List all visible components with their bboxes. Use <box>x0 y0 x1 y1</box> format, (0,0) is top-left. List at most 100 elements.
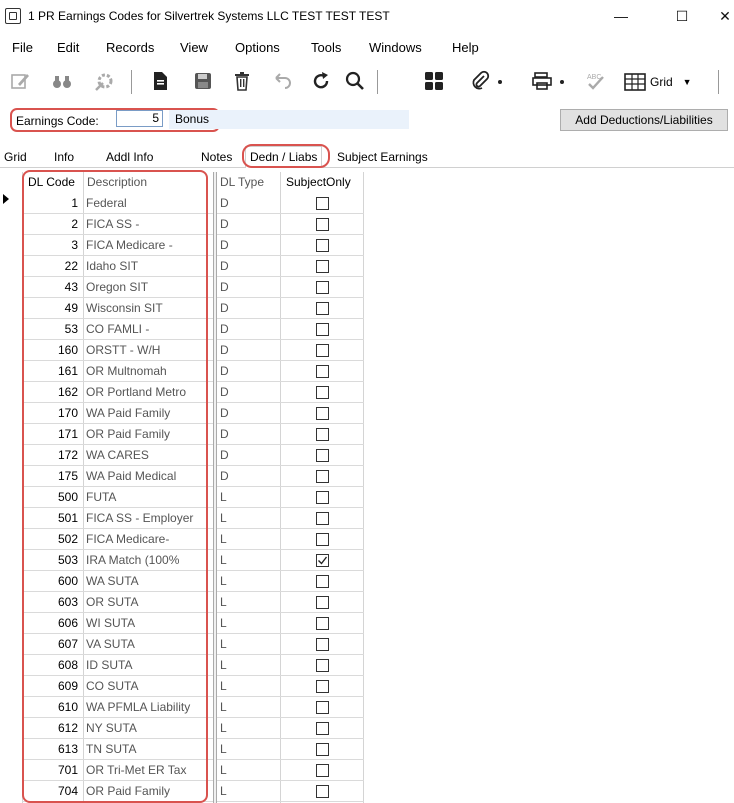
cell-dl-type[interactable]: L <box>220 760 278 781</box>
cell-dl-code[interactable]: 53 <box>22 319 78 340</box>
cell-dl-type[interactable]: L <box>220 487 278 508</box>
tab-subject-earnings[interactable]: Subject Earnings <box>337 150 428 164</box>
cell-dl-code[interactable]: 502 <box>22 529 78 550</box>
undo-icon[interactable] <box>269 68 295 94</box>
cell-dl-code[interactable]: 160 <box>22 340 78 361</box>
cell-dl-code[interactable]: 503 <box>22 550 78 571</box>
cell-description[interactable]: ID SUTA <box>86 655 204 676</box>
subject-only-checkbox[interactable] <box>316 239 329 252</box>
tab-addl-info[interactable]: Addl Info <box>106 150 153 164</box>
cell-dl-type[interactable]: L <box>220 508 278 529</box>
subject-only-checkbox[interactable] <box>316 659 329 672</box>
subject-only-checkbox[interactable] <box>316 743 329 756</box>
cell-description[interactable]: CO SUTA <box>86 676 204 697</box>
subject-only-checkbox[interactable] <box>316 323 329 336</box>
subject-only-checkbox[interactable] <box>316 344 329 357</box>
cell-dl-type[interactable]: D <box>220 466 278 487</box>
cell-description[interactable]: FICA SS - <box>86 214 204 235</box>
subject-only-checkbox[interactable] <box>316 554 329 567</box>
cell-description[interactable]: FICA SS - Employer <box>86 508 204 529</box>
cell-dl-type[interactable]: D <box>220 193 278 214</box>
cell-dl-code[interactable]: 3 <box>22 235 78 256</box>
cell-description[interactable]: OR Multnomah <box>86 361 204 382</box>
cell-dl-code[interactable]: 603 <box>22 592 78 613</box>
cell-description[interactable]: WI SUTA <box>86 613 204 634</box>
cell-dl-code[interactable]: 49 <box>22 298 78 319</box>
attach-icon[interactable] <box>467 68 493 94</box>
cell-dl-code[interactable]: 162 <box>22 382 78 403</box>
menu-tools[interactable]: Tools <box>311 40 341 55</box>
cell-dl-code[interactable]: 612 <box>22 718 78 739</box>
cell-dl-type[interactable]: D <box>220 382 278 403</box>
grid-view-button[interactable]: Grid ▼ <box>624 71 692 93</box>
binoculars-icon[interactable] <box>49 68 75 94</box>
cell-description[interactable]: Idaho SIT <box>86 256 204 277</box>
cell-description[interactable]: WA Paid Medical <box>86 466 204 487</box>
cell-dl-code[interactable]: 175 <box>22 466 78 487</box>
calculator-icon[interactable] <box>421 68 447 94</box>
cell-dl-code[interactable]: 43 <box>22 277 78 298</box>
cell-description[interactable]: Oregon SIT <box>86 277 204 298</box>
cell-description[interactable]: Wisconsin SIT <box>86 298 204 319</box>
menu-records[interactable]: Records <box>106 40 154 55</box>
cell-dl-code[interactable]: 500 <box>22 487 78 508</box>
cell-dl-type[interactable]: D <box>220 361 278 382</box>
delete-icon[interactable] <box>229 68 255 94</box>
cell-dl-code[interactable]: 161 <box>22 361 78 382</box>
cell-dl-code[interactable]: 704 <box>22 781 78 802</box>
cell-dl-type[interactable]: L <box>220 613 278 634</box>
subject-only-checkbox[interactable] <box>316 407 329 420</box>
subject-only-checkbox[interactable] <box>316 218 329 231</box>
cell-dl-code[interactable]: 701 <box>22 760 78 781</box>
earnings-code-input[interactable]: 5 <box>116 110 163 127</box>
spellcheck-icon[interactable]: ABC <box>582 68 608 94</box>
subject-only-checkbox[interactable] <box>316 470 329 483</box>
cell-dl-code[interactable]: 171 <box>22 424 78 445</box>
cell-dl-type[interactable]: L <box>220 592 278 613</box>
cell-description[interactable]: OR Tri-Met ER Tax <box>86 760 204 781</box>
subject-only-checkbox[interactable] <box>316 449 329 462</box>
subject-only-checkbox[interactable] <box>316 281 329 294</box>
refresh-icon[interactable] <box>308 68 334 94</box>
cell-description[interactable]: NY SUTA <box>86 718 204 739</box>
document-icon[interactable] <box>147 68 173 94</box>
cell-dl-code[interactable]: 172 <box>22 445 78 466</box>
tab-info[interactable]: Info <box>54 150 74 164</box>
cell-dl-type[interactable]: D <box>220 319 278 340</box>
cell-dl-type[interactable]: L <box>220 676 278 697</box>
cell-dl-code[interactable]: 613 <box>22 739 78 760</box>
cell-dl-type[interactable]: L <box>220 550 278 571</box>
print-icon[interactable] <box>529 68 555 94</box>
cell-dl-code[interactable]: 2 <box>22 214 78 235</box>
cell-dl-type[interactable]: D <box>220 277 278 298</box>
save-icon[interactable] <box>190 68 216 94</box>
cell-description[interactable]: IRA Match (100% <box>86 550 204 571</box>
subject-only-checkbox[interactable] <box>316 512 329 525</box>
cell-description[interactable]: WA SUTA <box>86 571 204 592</box>
cell-dl-type[interactable]: D <box>220 214 278 235</box>
menu-view[interactable]: View <box>180 40 208 55</box>
cell-dl-type[interactable]: L <box>220 739 278 760</box>
menu-edit[interactable]: Edit <box>57 40 79 55</box>
cell-description[interactable]: OR SUTA <box>86 592 204 613</box>
chevron-down-icon[interactable] <box>556 68 568 94</box>
cell-description[interactable]: OR Portland Metro <box>86 382 204 403</box>
subject-only-checkbox[interactable] <box>316 491 329 504</box>
menu-help[interactable]: Help <box>452 40 479 55</box>
cell-description[interactable]: Federal <box>86 193 204 214</box>
cell-dl-type[interactable]: L <box>220 655 278 676</box>
cell-dl-code[interactable]: 1 <box>22 193 78 214</box>
cell-description[interactable]: WA Paid Family <box>86 403 204 424</box>
subject-only-checkbox[interactable] <box>316 575 329 588</box>
cell-dl-type[interactable]: L <box>220 781 278 802</box>
cell-description[interactable]: TN SUTA <box>86 739 204 760</box>
cell-dl-type[interactable]: L <box>220 571 278 592</box>
subject-only-checkbox[interactable] <box>316 722 329 735</box>
cell-description[interactable]: FICA Medicare - <box>86 235 204 256</box>
settings-wand-icon[interactable] <box>91 68 117 94</box>
cell-dl-code[interactable]: 22 <box>22 256 78 277</box>
header-dl-code[interactable]: DL Code <box>28 172 75 193</box>
cell-dl-code[interactable]: 170 <box>22 403 78 424</box>
minimize-button[interactable]: — <box>601 4 641 28</box>
cell-description[interactable]: CO FAMLI - <box>86 319 204 340</box>
